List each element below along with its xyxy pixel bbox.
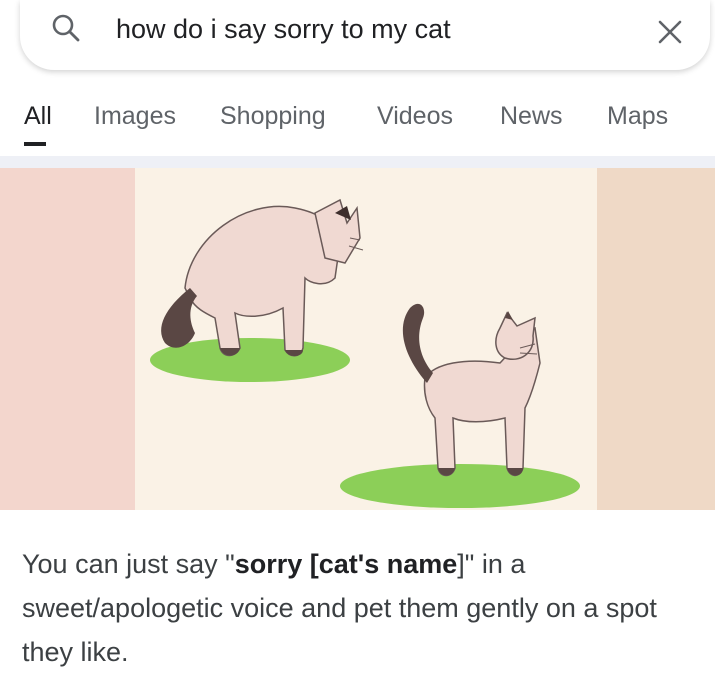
tab-all[interactable]: All <box>24 102 52 131</box>
close-icon[interactable] <box>654 16 686 48</box>
answer-snippet: You can just say "sorry [cat's name]" in… <box>22 542 702 674</box>
snippet-bold: sorry [cat's name <box>234 549 458 579</box>
tab-maps[interactable]: Maps <box>607 102 668 131</box>
tab-videos[interactable]: Videos <box>377 102 453 131</box>
section-divider <box>0 156 715 168</box>
search-tabs: All Images Shopping Videos News Maps <box>0 98 715 148</box>
calm-cat-tail <box>402 303 433 383</box>
tab-news[interactable]: News <box>500 102 563 131</box>
scared-cat-tail <box>161 288 197 348</box>
snippet-text-start: You can just say " <box>22 549 235 579</box>
tab-shopping[interactable]: Shopping <box>220 102 326 131</box>
featured-image-strip[interactable] <box>0 168 715 510</box>
active-tab-indicator <box>24 142 46 146</box>
scared-cat <box>184 198 361 357</box>
search-icon[interactable] <box>50 12 82 44</box>
image-panel-right[interactable] <box>597 168 715 510</box>
calm-cat <box>423 311 541 477</box>
image-panel-left[interactable] <box>0 168 135 510</box>
search-input[interactable]: how do i say sorry to my cat <box>116 14 451 45</box>
cat-illustration <box>150 198 580 508</box>
tab-images[interactable]: Images <box>94 102 176 131</box>
grass-patch-right <box>340 464 580 508</box>
